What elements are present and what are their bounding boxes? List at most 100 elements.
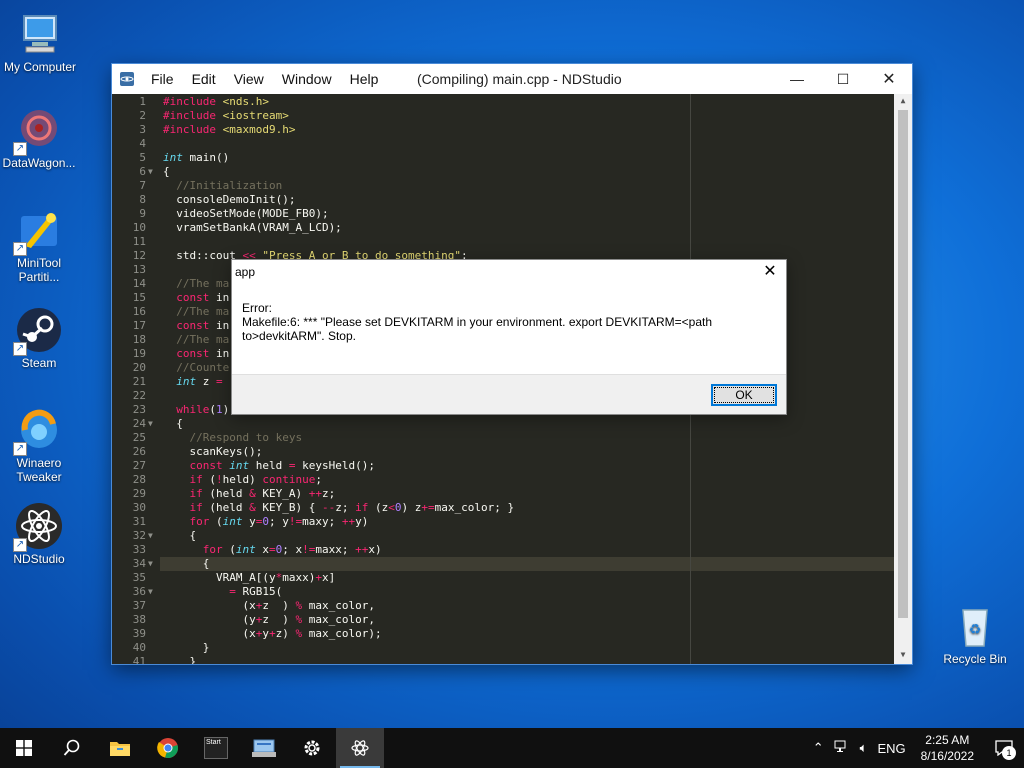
taskbar-control-panel[interactable]: [240, 728, 288, 768]
code-line[interactable]: //The ma: [163, 333, 229, 347]
menu-view[interactable]: View: [225, 71, 273, 87]
line-number: 41: [132, 655, 146, 664]
error-dialog[interactable]: app ✕ Error: Makefile:6: *** "Please set…: [231, 259, 787, 415]
code-line[interactable]: while(1): [163, 403, 229, 417]
code-line[interactable]: (y+z ) % max_color,: [163, 613, 374, 627]
search-button[interactable]: [48, 728, 96, 768]
start-button[interactable]: [0, 728, 48, 768]
code-line[interactable]: if (held & KEY_B) { --z; if (z<0) z+=max…: [163, 501, 515, 515]
chevron-up-icon[interactable]: ⌃: [808, 740, 829, 756]
menu-help[interactable]: Help: [341, 71, 388, 87]
code-line[interactable]: for (int y=0; y!=maxy; ++y): [163, 515, 369, 529]
clock[interactable]: 2:25 AM 8/16/2022: [911, 732, 984, 764]
desktop-icon-recycle-bin[interactable]: ♻ Recycle Bin: [935, 602, 1015, 666]
code-line[interactable]: for (int x=0; x!=maxx; ++x): [163, 543, 382, 557]
line-number: 4: [139, 137, 146, 150]
code-line[interactable]: }: [163, 641, 210, 655]
fold-arrow-icon[interactable]: ▼: [148, 167, 153, 176]
line-number: 29: [132, 487, 146, 500]
menu-window[interactable]: Window: [273, 71, 341, 87]
desktop-icon-my-computer[interactable]: My Computer: [0, 10, 80, 74]
code-line[interactable]: VRAM_A[(y*maxx)+x]: [163, 571, 335, 585]
fold-arrow-icon[interactable]: ▼: [148, 531, 153, 540]
code-line[interactable]: = RGB15(: [163, 585, 282, 599]
code-line[interactable]: //Respond to keys: [163, 431, 303, 445]
minimize-button[interactable]: —: [774, 64, 820, 94]
code-line[interactable]: #include <nds.h>: [163, 95, 269, 109]
code-line[interactable]: //The ma: [163, 277, 229, 291]
desktop-icon-steam[interactable]: ↗ Steam: [0, 306, 79, 370]
taskbar-ndstudio[interactable]: [336, 728, 384, 768]
code-line[interactable]: {: [163, 529, 196, 543]
code-line[interactable]: const in: [163, 347, 229, 361]
minitool-icon: ↗: [13, 206, 63, 256]
fold-arrow-icon[interactable]: ▼: [148, 419, 153, 428]
line-number: 32: [132, 529, 146, 542]
dialog-close-button[interactable]: ✕: [760, 262, 780, 282]
dialog-message-line: Error:: [242, 301, 272, 315]
scrollbar-thumb[interactable]: [898, 110, 908, 618]
code-line[interactable]: const in: [163, 291, 229, 305]
taskbar-settings[interactable]: [288, 728, 336, 768]
scroll-up-icon[interactable]: ▲: [894, 94, 912, 108]
fold-arrow-icon[interactable]: ▼: [148, 559, 153, 568]
ok-button[interactable]: OK: [711, 384, 777, 406]
line-number: 14: [132, 277, 146, 290]
dialog-title: app: [235, 265, 256, 279]
code-line[interactable]: #include <maxmod9.h>: [163, 123, 295, 137]
code-line[interactable]: }: [163, 655, 196, 664]
network-icon[interactable]: [829, 740, 855, 757]
line-number: 37: [132, 599, 146, 612]
code-line[interactable]: (x+z ) % max_color,: [163, 599, 374, 613]
taskbar-start-app[interactable]: Start: [192, 728, 240, 768]
code-line[interactable]: (x+y+z) % max_color);: [163, 627, 381, 641]
code-line[interactable]: #include <iostream>: [163, 109, 289, 123]
line-number: 7: [139, 179, 146, 192]
code-line[interactable]: consoleDemoInit();: [163, 193, 295, 207]
code-line[interactable]: const int held = keysHeld();: [163, 459, 375, 473]
code-line[interactable]: int main(): [163, 151, 229, 165]
code-line[interactable]: {: [163, 417, 183, 431]
desktop-icon-winaero[interactable]: ↗ Winaero Tweaker: [0, 406, 79, 484]
code-line[interactable]: if (!held) continue;: [163, 473, 322, 487]
volume-icon[interactable]: 🔈︎: [855, 740, 873, 756]
language-indicator[interactable]: ENG: [872, 741, 910, 756]
close-button[interactable]: ✕: [866, 64, 912, 94]
code-line[interactable]: {: [163, 165, 170, 179]
desktop-icon-datawagon[interactable]: ↗ DataWagon...: [0, 106, 79, 170]
menu-edit[interactable]: Edit: [183, 71, 225, 87]
menu-file[interactable]: File: [142, 71, 183, 87]
fold-arrow-icon[interactable]: ▼: [148, 587, 153, 596]
maximize-button[interactable]: ☐: [820, 64, 866, 94]
line-number: 13: [132, 263, 146, 276]
code-line[interactable]: int z =: [163, 375, 229, 389]
scroll-down-icon[interactable]: ▼: [894, 648, 912, 662]
vertical-scrollbar[interactable]: ▲ ▼: [894, 94, 912, 664]
line-number: 26: [132, 445, 146, 458]
window-titlebar[interactable]: File Edit View Window Help (Compiling) m…: [112, 64, 912, 94]
code-line[interactable]: {: [163, 557, 210, 571]
line-number: 34: [132, 557, 146, 570]
code-line[interactable]: //The ma: [163, 305, 229, 319]
taskbar-chrome[interactable]: [144, 728, 192, 768]
shortcut-arrow-icon: ↗: [13, 442, 27, 456]
line-number: 38: [132, 613, 146, 626]
desktop-icon-label: DataWagon...: [2, 156, 76, 170]
line-number: 39: [132, 627, 146, 640]
code-line[interactable]: videoSetMode(MODE_FB0);: [163, 207, 328, 221]
code-line[interactable]: //Counte: [163, 361, 229, 375]
notification-button[interactable]: 1: [984, 728, 1024, 768]
code-line[interactable]: vramSetBankA(VRAM_A_LCD);: [163, 221, 342, 235]
code-line[interactable]: //Initialization: [163, 179, 282, 193]
line-number: 20: [132, 361, 146, 374]
taskbar-file-explorer[interactable]: [96, 728, 144, 768]
code-line[interactable]: const in: [163, 319, 229, 333]
line-number: 27: [132, 459, 146, 472]
line-number: 10: [132, 221, 146, 234]
code-line[interactable]: if (held & KEY_A) ++z;: [163, 487, 336, 501]
ndstudio-app-icon[interactable]: [112, 64, 142, 94]
desktop-icon-minitool[interactable]: ↗ MiniTool Partiti...: [0, 206, 79, 284]
desktop-icon-ndstudio[interactable]: ↗ NDStudio: [0, 502, 79, 566]
ndstudio-icon: ↗: [13, 502, 63, 552]
code-line[interactable]: scanKeys();: [163, 445, 262, 459]
